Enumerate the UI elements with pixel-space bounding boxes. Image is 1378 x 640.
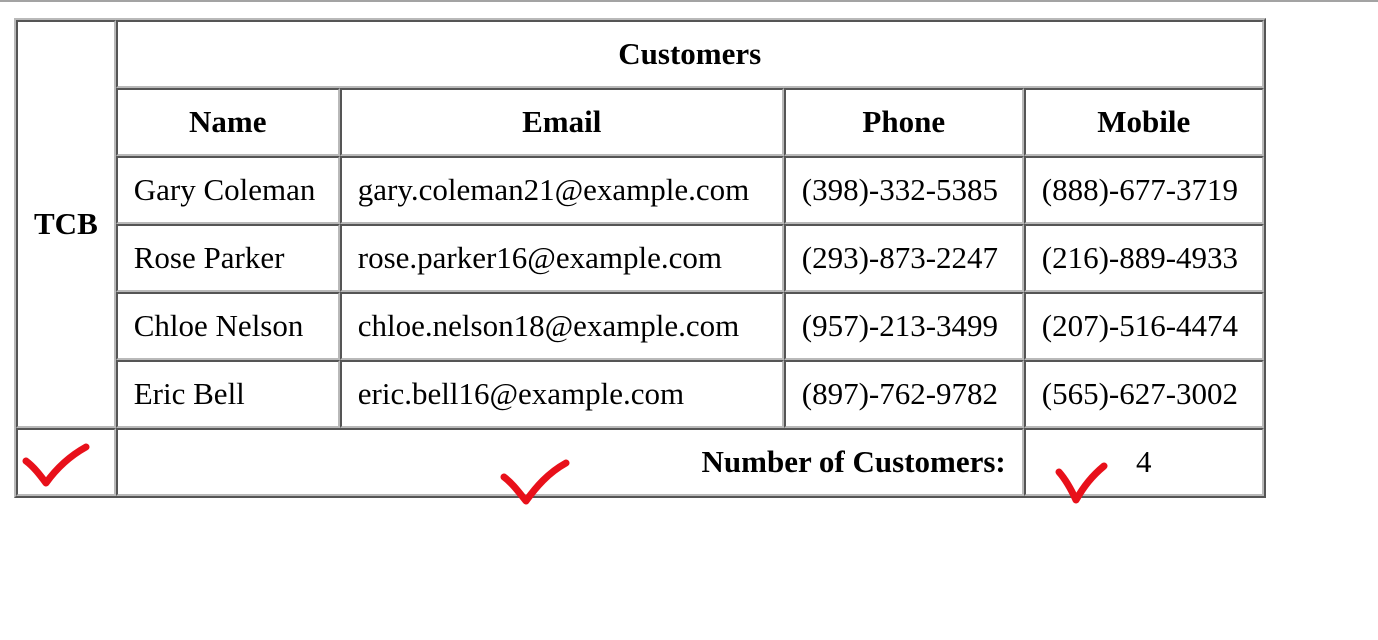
caption-row: TCB Customers	[16, 20, 1264, 428]
group-label: TCB	[34, 206, 98, 241]
cell-email: eric.bell16@example.com	[339, 360, 784, 428]
customers-table-container: TCB Customers Name Email Phone Mobile Ga…	[14, 18, 1266, 498]
table-row: Gary Coleman gary.coleman21@example.com …	[16, 156, 1264, 224]
group-label-cell: TCB	[16, 20, 116, 428]
checkmark-svg	[500, 459, 570, 505]
top-divider	[0, 0, 1378, 2]
checkmark-svg	[1055, 462, 1108, 504]
cell-email: chloe.nelson18@example.com	[339, 292, 784, 360]
header-row: Name Email Phone Mobile	[16, 88, 1264, 156]
cell-mobile: (216)-889-4933	[1023, 224, 1264, 292]
cell-phone: (957)-213-3499	[783, 292, 1024, 360]
cell-mobile: (207)-516-4474	[1023, 292, 1264, 360]
cell-phone: (897)-762-9782	[783, 360, 1024, 428]
header-mobile: Mobile	[1023, 88, 1264, 156]
table-row: Chloe Nelson chloe.nelson18@example.com …	[16, 292, 1264, 360]
red-checkmark-icon	[1054, 462, 1110, 506]
table-row: Eric Bell eric.bell16@example.com (897)-…	[16, 360, 1264, 428]
header-email: Email	[339, 88, 784, 156]
customers-table: TCB Customers Name Email Phone Mobile Ga…	[14, 18, 1266, 498]
checkmark-svg	[22, 443, 90, 487]
table-row: Rose Parker rose.parker16@example.com (2…	[16, 224, 1264, 292]
cell-name: Eric Bell	[115, 360, 340, 428]
caption-text: Customers	[618, 36, 762, 71]
cell-name: Rose Parker	[115, 224, 340, 292]
cell-email: rose.parker16@example.com	[339, 224, 784, 292]
header-phone: Phone	[783, 88, 1024, 156]
cell-name: Chloe Nelson	[115, 292, 340, 360]
cell-email: gary.coleman21@example.com	[339, 156, 784, 224]
cell-name: Gary Coleman	[115, 156, 340, 224]
cell-phone: (293)-873-2247	[783, 224, 1024, 292]
cell-phone: (398)-332-5385	[783, 156, 1024, 224]
red-checkmark-icon	[498, 459, 570, 507]
footer-label: Number of Customers:	[701, 444, 1006, 479]
cell-mobile: (888)-677-3719	[1023, 156, 1264, 224]
table-caption: Customers	[115, 20, 1264, 88]
customer-count: 4	[1136, 444, 1152, 479]
red-checkmark-icon	[20, 443, 92, 491]
cell-mobile: (565)-627-3002	[1023, 360, 1264, 428]
header-name: Name	[115, 88, 340, 156]
